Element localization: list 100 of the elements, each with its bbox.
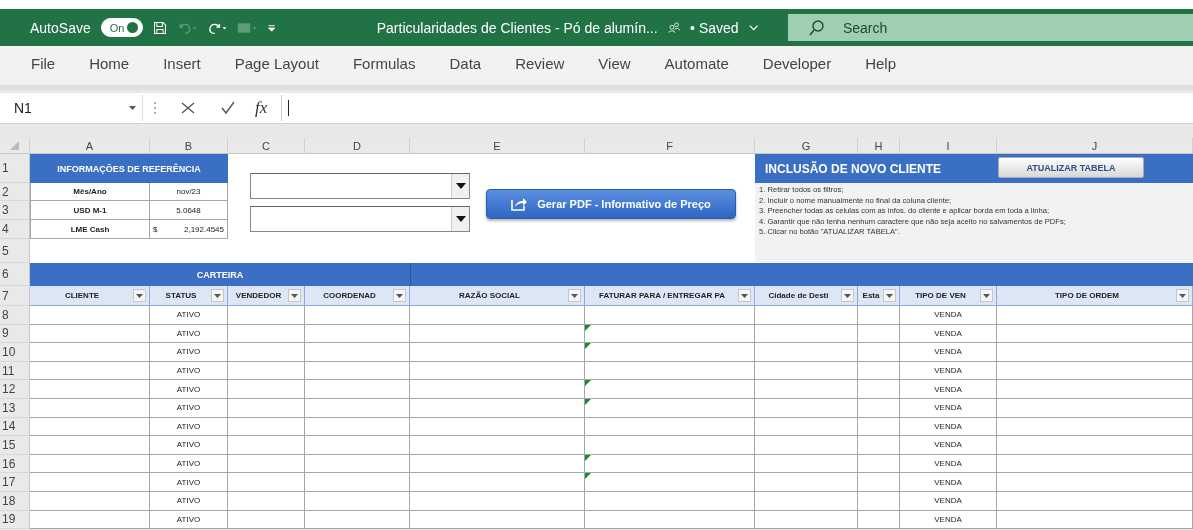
row-header[interactable]: 12 [0, 380, 30, 399]
table-cell: VENDA [900, 343, 997, 362]
table-cell: VENDA [900, 306, 997, 325]
filter-button[interactable] [288, 289, 301, 302]
cell-reference: N1 [14, 100, 32, 116]
filter-button[interactable] [568, 289, 581, 302]
ribbon-tab[interactable]: Insert [146, 50, 218, 81]
ribbon-tab[interactable]: View [581, 50, 648, 81]
column-heading: TIPO DE ORDEM [997, 286, 1193, 306]
row-header[interactable]: 1 [0, 154, 30, 183]
row-header[interactable]: 7 [0, 286, 30, 306]
column-heading: CLIENTE [30, 286, 150, 306]
ribbon-tab[interactable]: Review [498, 50, 582, 81]
table-cell: VENDA [900, 473, 997, 492]
error-indicator-icon [585, 380, 591, 387]
row-header[interactable]: 5 [0, 239, 30, 263]
caret-icon [886, 293, 893, 298]
generate-pdf-button[interactable]: Gerar PDF - Informativo de Preço [486, 189, 736, 219]
autosave-toggle[interactable]: On [100, 18, 143, 37]
search-field[interactable]: Search [787, 14, 1193, 41]
column-header[interactable]: E [410, 138, 585, 154]
column-header[interactable]: H [858, 138, 900, 154]
dropdown-field[interactable] [250, 173, 470, 199]
table-cell [858, 436, 900, 455]
cell-value: 2,192.4545 [183, 224, 224, 234]
caret-icon [291, 293, 298, 298]
autosave-label: AutoSave [30, 19, 91, 36]
ribbon-tab[interactable]: File [14, 50, 73, 81]
share-icon [511, 197, 528, 211]
filter-button[interactable] [393, 289, 406, 302]
ribbon-tab[interactable]: Home [72, 50, 147, 81]
people-icon[interactable] [667, 20, 681, 35]
currency-sign: $ [153, 224, 158, 234]
filter-button[interactable] [738, 289, 751, 302]
table-cell: VENDA [900, 436, 997, 455]
table-cell: VENDA [900, 380, 997, 399]
search-icon [807, 19, 825, 36]
filter-button[interactable] [980, 289, 993, 302]
insert-function-button[interactable]: fx [255, 98, 268, 118]
column-heading: STATUS [150, 286, 228, 306]
window-title: Particularidades de Clientes - Pó de alumín... [376, 19, 658, 36]
close-icon[interactable] [181, 101, 195, 115]
column-header[interactable]: F [585, 138, 755, 154]
row-header[interactable]: 3 [0, 201, 30, 220]
table-cell: nov/23 [150, 183, 228, 201]
dropdown-field[interactable] [250, 206, 470, 232]
row-header[interactable]: 17 [0, 473, 30, 492]
column-heading: RAZÃO SOCIAL [410, 286, 585, 306]
table-cell: LME Cash [30, 220, 150, 239]
column-header[interactable]: J [997, 138, 1193, 154]
table-cell: ATIVO [150, 473, 228, 492]
row-header[interactable]: 10 [0, 343, 30, 362]
caret-icon [129, 106, 136, 110]
caret-icon [136, 293, 143, 298]
row-header[interactable]: 6 [0, 263, 30, 286]
filter-button[interactable] [841, 289, 854, 302]
chevron-icon[interactable] [748, 23, 758, 32]
filter-button[interactable] [883, 289, 896, 302]
filter-button[interactable] [133, 289, 146, 302]
column-header[interactable]: D [305, 138, 410, 154]
table-cell [858, 473, 900, 492]
table-cell: USD M-1 [30, 201, 150, 220]
ribbon-tab[interactable]: Page Layout [217, 50, 336, 81]
column-header[interactable]: I [900, 138, 997, 154]
ribbon-tab[interactable]: Formulas [335, 50, 433, 81]
ribbon-tab[interactable]: Help [848, 50, 914, 81]
update-table-button[interactable]: ATUALIZAR TABELA [998, 157, 1144, 178]
dropdown-button[interactable] [451, 174, 469, 198]
dropdown-button[interactable] [451, 207, 469, 231]
column-heading: TIPO DE VEN [900, 286, 997, 306]
column-heading: FATURAR PARA / ENTREGAR PA [585, 286, 755, 306]
caret-icon [844, 293, 851, 298]
table-cell: 5.0648 [150, 201, 228, 220]
table-cell: Mês/Ano [30, 183, 150, 201]
check-icon[interactable] [221, 101, 235, 115]
caret-icon [214, 293, 221, 298]
name-box[interactable]: N1 [8, 95, 143, 121]
filter-button[interactable] [211, 289, 224, 302]
corner-triangle-icon [10, 141, 19, 150]
column-header[interactable]: G [755, 138, 858, 154]
row-header[interactable]: 8 [0, 306, 30, 325]
grip-icon [153, 101, 157, 115]
row-header[interactable]: 15 [0, 436, 30, 455]
column-header[interactable]: A [30, 138, 150, 154]
column-heading: Esta [858, 286, 900, 306]
column-header[interactable]: B [150, 138, 228, 154]
row-header[interactable]: 4 [0, 220, 30, 239]
caret-icon [455, 216, 466, 222]
save-status[interactable]: • Saved [690, 19, 739, 36]
row-header[interactable]: 2 [0, 183, 30, 201]
filter-button[interactable] [1176, 289, 1189, 302]
column-header[interactable]: C [228, 138, 305, 154]
table-cell: ATIVO [150, 343, 228, 362]
ribbon-tab[interactable]: Automate [647, 50, 746, 81]
table-cell [858, 343, 900, 362]
table-cell: ATIVO [150, 380, 228, 399]
ribbon-tab[interactable]: Developer [745, 50, 849, 81]
section-title: CARTEIRA [30, 263, 410, 286]
error-indicator-icon [585, 398, 591, 405]
ribbon-tab[interactable]: Data [432, 50, 499, 81]
